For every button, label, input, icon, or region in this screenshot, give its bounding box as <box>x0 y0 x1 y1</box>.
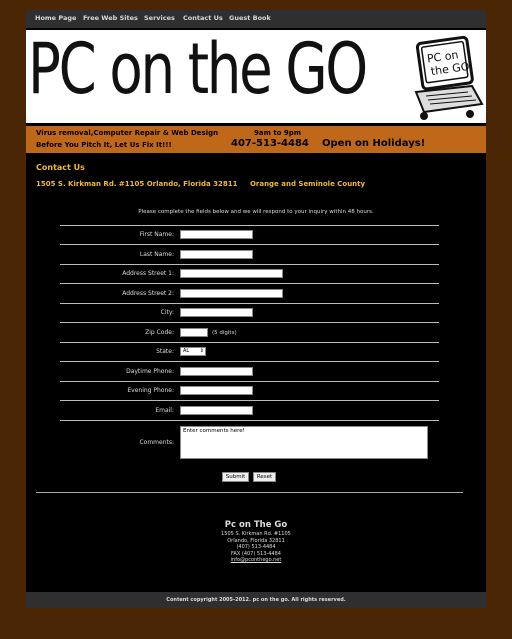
form-divider <box>60 225 439 226</box>
info-stripe: Virus removal,Computer Repair & Web Desi… <box>26 126 486 153</box>
services-text: Virus removal,Computer Repair & Web Desi… <box>36 129 219 137</box>
slogan-text: Before You Pitch It, Let Us Fix It!!! <box>36 141 172 149</box>
chevron-down-icon: ⇕ <box>199 348 204 354</box>
footer-email-link[interactable]: info@pconthego.net <box>231 557 282 563</box>
computer-logo-icon: PC on the GO <box>414 35 484 120</box>
state-value: AL <box>183 348 190 354</box>
first-name-input[interactable] <box>180 230 253 239</box>
bottom-bar: Content copyright 2005-2012. pc on the g… <box>26 592 486 608</box>
nav-free-web-sites[interactable]: Free Web Sites <box>83 14 138 22</box>
form-divider <box>60 283 439 284</box>
county-text: Orange and Seminole County <box>249 180 366 188</box>
address-text: 1505 S. Kirkman Rd. #1105 Orlando, Flori… <box>36 180 238 188</box>
footer-contact: Pc on The Go 1505 S. Kirkman Rd. #1105 O… <box>26 520 486 564</box>
email-label: Email: <box>155 407 174 414</box>
eve-phone-label: Evening Phone: <box>127 387 174 394</box>
nav-home[interactable]: Home Page <box>35 14 76 22</box>
address2-label: Address Street 2: <box>122 290 174 297</box>
zip-hint: (5 digits) <box>212 330 237 336</box>
address-line: 1505 S. Kirkman Rd. #1105 Orlando, Flori… <box>36 180 365 188</box>
city-label: City: <box>160 309 174 316</box>
email-input[interactable] <box>180 406 253 415</box>
zip-input[interactable] <box>180 328 208 337</box>
form-divider <box>60 244 439 245</box>
eve-phone-input[interactable] <box>180 386 253 395</box>
nav-contact-us[interactable]: Contact Us <box>183 14 223 22</box>
site-logo-text: PC on the GO <box>28 30 368 110</box>
form-divider <box>60 400 439 401</box>
copyright-text: Content copyright 2005-2012. pc on the g… <box>166 597 346 603</box>
state-label: State: <box>156 348 174 355</box>
form-divider <box>60 361 439 362</box>
submit-button[interactable]: Submit <box>222 472 249 482</box>
form-divider <box>60 303 439 304</box>
footer-divider <box>36 492 463 493</box>
contact-heading: Contact Us <box>36 163 85 172</box>
top-nav: Home Page Free Web Sites Services Contac… <box>26 10 486 28</box>
form-divider <box>60 420 439 421</box>
city-input[interactable] <box>180 308 253 317</box>
nav-guest-book[interactable]: Guest Book <box>229 14 271 22</box>
form-intro: Please complete the fields below and we … <box>138 209 374 215</box>
footer-company-name: Pc on The Go <box>224 520 288 530</box>
state-select[interactable]: AL ⇕ <box>180 347 206 356</box>
last-name-input[interactable] <box>180 250 253 259</box>
address1-input[interactable] <box>180 269 283 278</box>
phone-text: 407-513-4484 <box>231 138 309 149</box>
address2-input[interactable] <box>180 289 283 298</box>
page-frame: Home Page Free Web Sites Services Contac… <box>26 10 486 608</box>
comments-label: Comments: <box>139 439 174 446</box>
day-phone-label: Daytime Phone: <box>126 368 174 375</box>
nav-services[interactable]: Services <box>144 14 175 22</box>
form-divider <box>60 381 439 382</box>
zip-label: Zip Code: <box>145 329 174 336</box>
address1-label: Address Street 1: <box>122 270 174 277</box>
day-phone-input[interactable] <box>180 367 253 376</box>
holidays-text: Open on Holidays! <box>322 138 426 149</box>
last-name-label: Last Name: <box>139 251 174 258</box>
form-divider <box>60 342 439 343</box>
header-banner: PC on the GO PC on the GO <box>26 30 486 123</box>
hours-text: 9am to 9pm <box>254 129 302 137</box>
comments-textarea[interactable]: Enter comments here! <box>180 426 428 459</box>
first-name-label: First Name: <box>139 231 174 238</box>
form-divider <box>60 264 439 265</box>
form-divider <box>60 322 439 323</box>
reset-button[interactable]: Reset <box>253 472 276 482</box>
